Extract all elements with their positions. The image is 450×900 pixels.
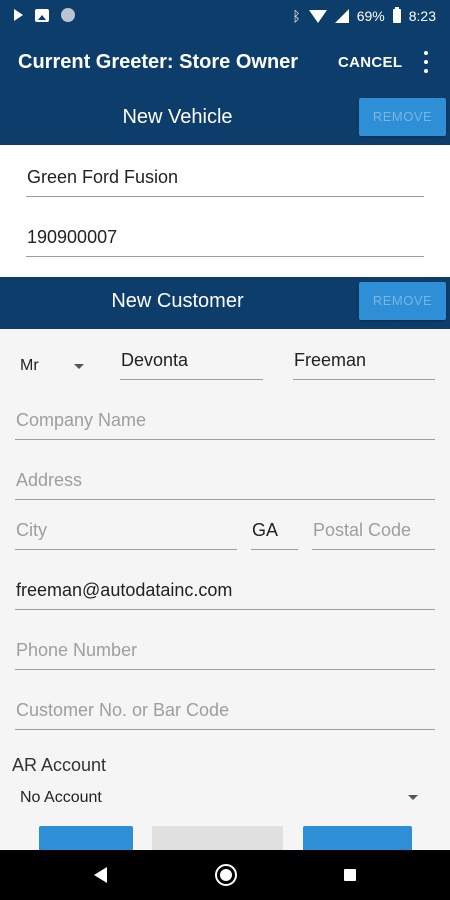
customer-section-title: New Customer — [111, 290, 244, 312]
vehicle-panel: Green Ford Fusion 190900007 — [0, 145, 450, 277]
bluetooth-icon: ᛒ — [292, 8, 301, 24]
play-icon — [14, 9, 23, 21]
remove-vehicle-button[interactable]: REMOVE — [359, 98, 446, 136]
image-icon — [35, 8, 49, 22]
navigation-bar — [0, 850, 450, 900]
stock-number-value: 190900007 — [27, 227, 118, 247]
stock-number-field[interactable]: 190900007 — [26, 221, 424, 257]
email-value: freeman@autodatainc.com — [16, 580, 233, 600]
address-field[interactable]: Address — [15, 466, 435, 500]
status-bar: ᛒ 69% 8:23 — [0, 0, 450, 33]
ar-account-label: AR Account — [12, 755, 107, 775]
home-icon[interactable] — [215, 864, 237, 886]
circle-icon — [61, 8, 75, 22]
customer-number-field[interactable]: Customer No. or Bar Code — [15, 696, 435, 730]
recents-icon[interactable] — [344, 869, 356, 881]
company-name-field[interactable]: Company Name — [15, 406, 435, 440]
battery-percent: 69% — [356, 8, 385, 24]
app-bar: Current Greeter: Store Owner CANCEL — [0, 33, 450, 93]
wifi-icon — [308, 10, 327, 23]
first-name-field[interactable]: Devonta — [120, 346, 263, 380]
customer-section-header: New Customer REMOVE — [0, 277, 450, 329]
vehicle-section-title: New Vehicle — [122, 106, 233, 128]
action-button-right[interactable] — [303, 826, 412, 850]
last-name-value: Freeman — [294, 350, 367, 370]
last-name-field[interactable]: Freeman — [293, 346, 435, 380]
cancel-button[interactable]: CANCEL — [338, 54, 402, 71]
city-placeholder: City — [16, 520, 47, 540]
postal-code-field[interactable]: Postal Code — [312, 516, 435, 550]
phone-number-placeholder: Phone Number — [16, 640, 138, 660]
more-vert-icon[interactable] — [422, 51, 430, 73]
back-icon[interactable] — [94, 867, 107, 883]
state-field[interactable]: GA — [251, 516, 298, 550]
address-placeholder: Address — [16, 470, 83, 490]
signal-icon — [334, 9, 349, 23]
city-field[interactable]: City — [15, 516, 237, 550]
action-button-middle[interactable] — [152, 826, 283, 850]
chevron-down-icon — [74, 364, 84, 369]
page-title: Current Greeter: Store Owner — [18, 51, 299, 73]
ar-account-value: No Account — [20, 789, 102, 806]
remove-customer-button[interactable]: REMOVE — [359, 282, 446, 320]
salutation-dropdown[interactable]: Mr — [14, 350, 94, 380]
postal-code-placeholder: Postal Code — [313, 520, 412, 540]
vehicle-description-value: Green Ford Fusion — [27, 167, 179, 187]
battery-icon — [392, 7, 401, 23]
clock: 8:23 — [408, 8, 436, 24]
vehicle-description-field[interactable]: Green Ford Fusion — [26, 161, 424, 197]
company-name-placeholder: Company Name — [16, 410, 147, 430]
state-value: GA — [252, 520, 279, 540]
action-button-left[interactable] — [39, 826, 133, 850]
customer-number-placeholder: Customer No. or Bar Code — [16, 700, 230, 720]
chevron-down-icon — [408, 795, 418, 800]
email-field[interactable]: freeman@autodatainc.com — [15, 576, 435, 610]
phone-number-field[interactable]: Phone Number — [15, 636, 435, 670]
first-name-value: Devonta — [121, 350, 189, 370]
ar-account-dropdown[interactable]: No Account — [14, 784, 436, 814]
vehicle-section-header: New Vehicle REMOVE — [0, 93, 450, 145]
salutation-value: Mr — [20, 357, 39, 374]
